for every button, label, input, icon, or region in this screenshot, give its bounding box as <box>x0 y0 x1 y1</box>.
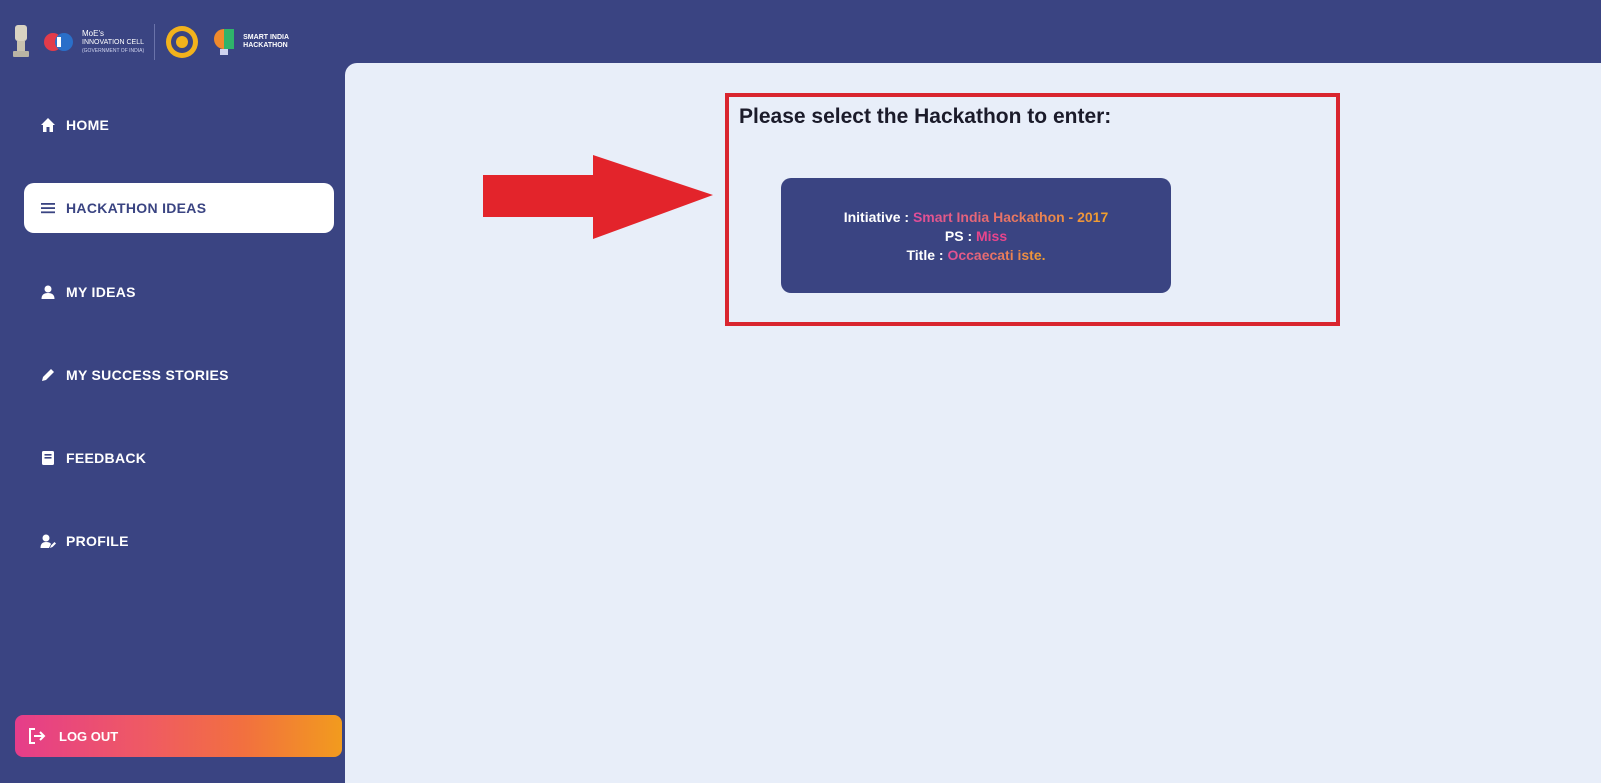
sidebar-item-label: MY IDEAS <box>66 284 136 300</box>
title-label: Title : <box>906 246 944 263</box>
top-bar: MoE's INNOVATION CELL (GOVERNMENT OF IND… <box>0 0 1601 70</box>
sidebar-item-my-ideas[interactable]: MY IDEAS <box>24 267 334 317</box>
home-icon <box>41 118 55 132</box>
user-edit-icon <box>40 534 56 548</box>
sih-line-2: HACKATHON <box>243 42 288 49</box>
sidebar-item-my-success-stories[interactable]: MY SUCCESS STORIES <box>24 350 334 400</box>
menu-icon <box>41 203 55 214</box>
sidebar-item-label: MY SUCCESS STORIES <box>66 367 229 383</box>
logout-label: LOG OUT <box>59 728 119 744</box>
title-row: Title : Occaecati iste. <box>906 247 1045 263</box>
sidebar: HOME HACKATHON IDEAS MY IDEAS MY SUCCESS… <box>0 70 345 783</box>
logout-button[interactable]: LOG OUT <box>15 715 342 757</box>
sidebar-item-hackathon-ideas[interactable]: HACKATHON IDEAS <box>24 183 334 233</box>
page-title: Please select the Hackathon to enter: <box>739 105 1112 128</box>
sidebar-item-feedback[interactable]: FEEDBACK <box>24 433 334 483</box>
sidebar-item-label: FEEDBACK <box>66 450 147 466</box>
moe-line-2: INNOVATION CELL <box>82 38 144 46</box>
national-emblem-logo <box>10 22 32 62</box>
initiative-value: Smart India Hackathon - 2017 <box>912 208 1109 225</box>
book-icon <box>42 451 54 465</box>
pencil-icon <box>42 369 54 381</box>
aicte-logo <box>165 25 199 59</box>
initiative-row: Initiative : Smart India Hackathon - 201… <box>844 209 1109 225</box>
sidebar-item-label: PROFILE <box>66 533 129 549</box>
user-icon <box>41 285 55 299</box>
sih-logo: SMART INDIA HACKATHON <box>209 25 289 59</box>
moe-innovation-cell-logo: MoE's INNOVATION CELL (GOVERNMENT OF IND… <box>42 24 156 60</box>
red-arrow-icon <box>483 155 713 239</box>
moe-line-1: MoE's <box>82 28 104 38</box>
logout-icon <box>29 728 46 744</box>
ps-label: PS : <box>944 227 973 244</box>
moe-line-3: (GOVERNMENT OF INDIA) <box>82 47 145 54</box>
ps-row: PS : Miss <box>945 228 1007 244</box>
main-content: Please select the Hackathon to enter: In… <box>345 63 1601 783</box>
sidebar-item-label: HOME <box>66 117 110 133</box>
sidebar-item-home[interactable]: HOME <box>24 100 334 150</box>
initiative-label: Initiative : <box>843 208 910 225</box>
sidebar-item-label: HACKATHON IDEAS <box>66 200 207 216</box>
sih-line-1: SMART INDIA <box>243 34 290 41</box>
header-logos: MoE's INNOVATION CELL (GOVERNMENT OF IND… <box>10 20 289 64</box>
sidebar-item-profile[interactable]: PROFILE <box>24 516 334 566</box>
title-value: Occaecati iste. <box>947 246 1046 263</box>
hackathon-card[interactable]: Initiative : Smart India Hackathon - 201… <box>781 178 1171 293</box>
ps-value: Miss <box>976 227 1008 244</box>
hackathon-selection-highlight: Please select the Hackathon to enter: In… <box>725 93 1340 326</box>
